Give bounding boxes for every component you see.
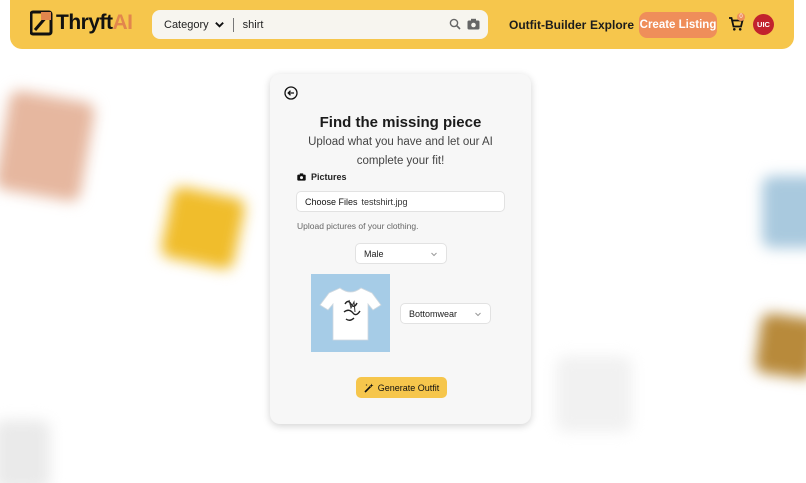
page-subtitle: Upload what you have and let our AI comp… [308,136,493,167]
chevron-down-icon [214,22,224,28]
category-select-label: Category [164,18,209,31]
generate-outfit-label: Generate Outfit [377,382,440,393]
search-input[interactable] [233,18,446,31]
back-arrow-icon[interactable] [284,86,298,100]
gender-select-value: Male [364,248,384,259]
clothing-type-value: Bottomwear [409,308,458,319]
user-avatar[interactable]: UIC [753,14,774,35]
background-tile [762,176,806,248]
brand-name: ThryftAI [56,11,133,34]
search-icon[interactable] [449,18,461,30]
nav-outfit-builder[interactable]: Outfit-Builder [509,18,586,32]
uploaded-image-preview [311,274,390,352]
file-upload-input[interactable]: Choose Files testshirt.jpg [296,191,505,212]
choose-files-button[interactable]: Choose Files [305,197,358,207]
generate-outfit-button[interactable]: Generate Outfit [356,377,447,398]
logo-icon [30,10,53,36]
clothing-type-select[interactable]: Bottomwear [400,303,491,324]
top-navbar: ThryftAI Category Outfit-Builder Explore… [10,0,794,49]
selected-file-name: testshirt.jpg [361,196,408,207]
magic-wand-icon [364,383,374,393]
nav-explore[interactable]: Explore [590,18,634,32]
camera-icon [297,173,306,181]
chevron-down-icon [475,312,481,316]
page-title: Find the missing piece [319,114,482,131]
tshirt-image [319,287,382,341]
background-tile [0,420,50,483]
upload-help-text: Upload pictures of your clothing. [297,221,419,231]
chevron-down-icon [431,252,437,256]
create-listing-button[interactable]: Create Listing [639,12,717,38]
logo[interactable]: ThryftAI [30,10,133,36]
gender-select[interactable]: Male [355,243,447,264]
background-tile [556,356,632,432]
category-select[interactable]: Category [152,19,233,31]
camera-icon[interactable] [467,18,480,30]
background-tile [159,185,247,271]
outfit-builder-card: Find the missing piece Upload what you h… [270,74,531,424]
background-tile [0,89,97,203]
cart-count-badge: 0 [737,13,745,21]
background-tile [754,312,806,380]
search-bar: Category [152,10,488,39]
pictures-label: Pictures [297,172,347,182]
